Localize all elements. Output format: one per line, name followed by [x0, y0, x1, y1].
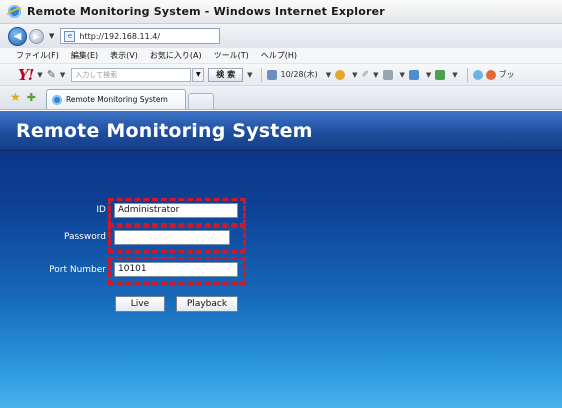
address-url[interactable]: http://192.168.11.4/: [79, 32, 160, 41]
tab-ie-icon: [51, 94, 62, 105]
favorites-tab-bar: ★ ✚ Remote Monitoring System: [0, 86, 562, 110]
highlighter-icon[interactable]: ✐: [362, 70, 370, 80]
id-field[interactable]: Administrator: [114, 203, 238, 218]
new-tab-button[interactable]: [187, 93, 214, 109]
internet-explorer-icon: [8, 5, 21, 18]
toolbar-divider-2: [466, 67, 468, 82]
history-dropdown-icon[interactable]: ▼: [49, 32, 54, 40]
puzzle-icon[interactable]: [408, 69, 419, 80]
notes-dropdown-icon[interactable]: ▼: [452, 71, 457, 79]
clipboard-icon[interactable]: [382, 69, 393, 80]
date-dropdown-icon[interactable]: ▼: [326, 71, 331, 79]
menu-view[interactable]: 表示(V): [110, 50, 138, 61]
toolbar-divider: [261, 67, 263, 82]
yahoo-dropdown-icon[interactable]: ▼: [37, 71, 42, 79]
weather-icon[interactable]: [335, 69, 346, 80]
back-arrow-icon[interactable]: ◀: [8, 26, 27, 46]
toolbar-search-input[interactable]: 入力して検索: [71, 67, 192, 82]
yahoo-logo[interactable]: Y!: [18, 66, 34, 84]
tab-remote-monitoring[interactable]: Remote Monitoring System: [45, 89, 186, 109]
tab-label: Remote Monitoring System: [65, 95, 168, 104]
port-number-label: Port Number: [49, 265, 106, 275]
toolbar-trailing-text[interactable]: ブッ: [499, 69, 515, 80]
port-number-field[interactable]: 10101: [114, 262, 238, 277]
puzzle-dropdown-icon[interactable]: ▼: [426, 71, 431, 79]
search-options-dropdown-icon[interactable]: ▼: [247, 71, 252, 79]
highlighter-dropdown-icon[interactable]: ▼: [373, 71, 378, 79]
favorites-star-icon[interactable]: ★: [10, 90, 21, 104]
bookmark-icon[interactable]: [485, 69, 496, 80]
menu-edit[interactable]: 編集(E): [71, 50, 98, 61]
password-field[interactable]: [114, 230, 230, 245]
pencil-dropdown-icon[interactable]: ▼: [60, 71, 65, 79]
menu-file[interactable]: ファイル(F): [16, 50, 59, 61]
calendar-icon[interactable]: [267, 69, 278, 80]
address-input[interactable]: e http://192.168.11.4/: [60, 28, 221, 44]
live-button[interactable]: Live: [115, 296, 165, 312]
globe-icon[interactable]: [472, 69, 483, 80]
add-favorite-icon[interactable]: ✚: [27, 91, 36, 104]
weather-dropdown-icon[interactable]: ▼: [352, 71, 357, 79]
search-dropdown-icon[interactable]: ▼: [192, 67, 205, 82]
web-page: Remote Monitoring System ID Administrato…: [0, 111, 562, 408]
forward-arrow-icon[interactable]: ▶: [29, 28, 44, 44]
menu-tools[interactable]: ツール(T): [214, 50, 249, 61]
page-icon: e: [64, 30, 76, 42]
toolbar-date[interactable]: 10/28(木): [280, 69, 317, 80]
window-title-bar: Remote Monitoring System - Windows Inter…: [0, 0, 562, 24]
menu-help[interactable]: ヘルプ(H): [261, 50, 297, 61]
password-label: Password: [63, 232, 106, 242]
window-title: Remote Monitoring System - Windows Inter…: [27, 5, 385, 18]
address-bar: ◀ ▶ ▼ e http://192.168.11.4/: [0, 24, 562, 48]
page-title: Remote Monitoring System: [16, 120, 313, 142]
menu-favorites[interactable]: お気に入り(A): [150, 50, 202, 61]
yahoo-toolbar: Y! ▼ ✎ ▼ 入力して検索 ▼ 検 索 ▼ 10/28(木) ▼ ▼ ✐ ▼…: [0, 64, 562, 86]
menu-bar: ファイル(F) 編集(E) 表示(V) お気に入り(A) ツール(T) ヘルプ(…: [0, 48, 562, 64]
notes-icon[interactable]: [435, 69, 446, 80]
toolbar-search-button[interactable]: 検 索: [208, 67, 244, 82]
id-label: ID: [96, 205, 106, 215]
pencil-icon[interactable]: ✎: [47, 68, 56, 81]
clipboard-dropdown-icon[interactable]: ▼: [400, 71, 405, 79]
playback-button[interactable]: Playback: [176, 296, 238, 312]
